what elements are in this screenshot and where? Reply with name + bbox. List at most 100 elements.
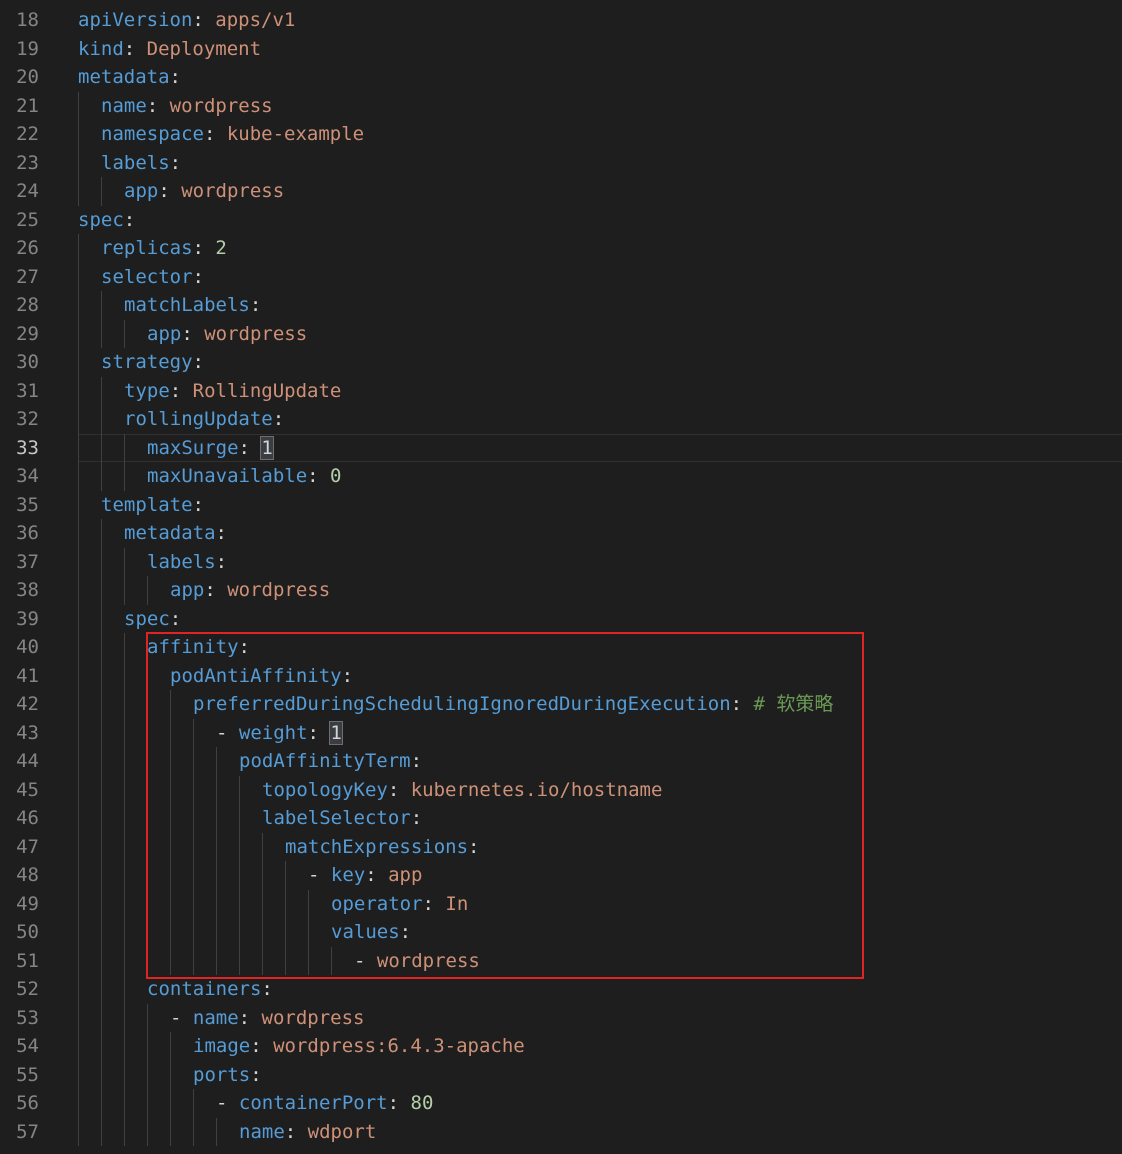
code-token: name bbox=[239, 1120, 285, 1143]
code-line[interactable]: 34 maxUnavailable: 0 bbox=[0, 462, 1122, 491]
code-text[interactable]: name: wordpress bbox=[101, 92, 273, 121]
code-line[interactable]: 48 - key: app bbox=[0, 861, 1122, 890]
code-line[interactable]: 26 replicas: 2 bbox=[0, 234, 1122, 263]
code-text[interactable]: matchExpressions: bbox=[285, 833, 479, 862]
code-line[interactable]: 21 name: wordpress bbox=[0, 91, 1122, 121]
code-text[interactable]: containers: bbox=[147, 975, 273, 1004]
code-text[interactable]: - name: wordpress bbox=[170, 1004, 365, 1033]
code-line[interactable]: 36 metadata: bbox=[0, 519, 1122, 548]
code-text[interactable]: values: bbox=[331, 918, 411, 947]
code-text[interactable]: type: RollingUpdate bbox=[124, 377, 341, 406]
code-line[interactable]: 22 namespace: kube-example bbox=[0, 120, 1122, 149]
code-text[interactable]: strategy: bbox=[101, 348, 204, 377]
code-line[interactable]: 20 metadata: bbox=[0, 63, 1122, 92]
code-line[interactable]: 53 - name: wordpress bbox=[0, 1003, 1122, 1033]
code-line[interactable]: 46 labelSelector: bbox=[0, 804, 1122, 833]
code-token: namespace bbox=[101, 123, 204, 145]
code-line[interactable]: 50 values: bbox=[0, 918, 1122, 947]
code-token: strategy bbox=[101, 351, 193, 373]
indent-guide bbox=[124, 718, 125, 747]
code-line[interactable]: 28 matchLabels: bbox=[0, 291, 1122, 320]
code-text[interactable]: kind: Deployment bbox=[78, 35, 261, 64]
code-line[interactable]: 47 matchExpressions: bbox=[0, 832, 1122, 862]
code-text[interactable]: - weight: 1 bbox=[216, 719, 343, 748]
code-line[interactable]: 55 ports: bbox=[0, 1060, 1122, 1090]
code-text[interactable]: matchLabels: bbox=[124, 291, 261, 320]
code-text[interactable]: maxUnavailable: 0 bbox=[147, 462, 342, 491]
code-line[interactable]: 29 app: wordpress bbox=[0, 319, 1122, 349]
code-text[interactable]: - key: app bbox=[308, 861, 422, 890]
code-line[interactable]: 40 affinity: bbox=[0, 633, 1122, 662]
indent-guide bbox=[216, 918, 217, 947]
indent-guide bbox=[147, 918, 148, 947]
code-line[interactable]: 30 strategy: bbox=[0, 348, 1122, 377]
code-line[interactable]: 41 podAntiAffinity: bbox=[0, 661, 1122, 691]
code-text[interactable]: podAffinityTerm: bbox=[239, 747, 422, 776]
code-text[interactable]: labels: bbox=[147, 548, 227, 577]
code-line[interactable]: 33 maxSurge: 1 bbox=[0, 433, 1122, 463]
code-line[interactable]: 35 template: bbox=[0, 490, 1122, 520]
indent-guide bbox=[193, 718, 194, 747]
indent-guide bbox=[101, 1003, 102, 1032]
code-token: containerPort bbox=[238, 1092, 388, 1114]
code-line[interactable]: 45 topologyKey: kubernetes.io/hostname bbox=[0, 775, 1122, 805]
code-text[interactable]: template: bbox=[101, 491, 204, 520]
code-text[interactable]: app: wordpress bbox=[147, 320, 307, 349]
code-line[interactable]: 31 type: RollingUpdate bbox=[0, 376, 1122, 406]
code-token: wordpress bbox=[181, 180, 285, 202]
code-line[interactable]: 24 app: wordpress bbox=[0, 177, 1122, 206]
code-line[interactable]: 51 - wordpress bbox=[0, 946, 1122, 976]
line-number: 22 bbox=[16, 123, 39, 145]
code-line[interactable]: 23 labels: bbox=[0, 148, 1122, 178]
code-line[interactable]: 54 image: wordpress:6.4.3-apache bbox=[0, 1032, 1122, 1061]
code-token: : bbox=[192, 265, 204, 288]
code-line[interactable]: 25 spec: bbox=[0, 206, 1122, 235]
code-line[interactable]: 27 selector: bbox=[0, 262, 1122, 292]
code-text[interactable]: namespace: kube-example bbox=[101, 120, 364, 149]
code-line[interactable]: 37 labels: bbox=[0, 547, 1122, 577]
code-text[interactable]: selector: bbox=[101, 263, 204, 292]
code-text[interactable]: topologyKey: kubernetes.io/hostname bbox=[262, 776, 662, 805]
code-line[interactable]: 38 app: wordpress bbox=[0, 576, 1122, 605]
code-line[interactable]: 44 podAffinityTerm: bbox=[0, 747, 1122, 776]
code-text[interactable]: - containerPort: 80 bbox=[216, 1089, 433, 1118]
code-text[interactable]: metadata: bbox=[78, 63, 181, 92]
indent-guide bbox=[239, 804, 240, 833]
code-text[interactable]: metadata: bbox=[124, 519, 227, 548]
code-text[interactable]: ports: bbox=[193, 1061, 262, 1090]
code-text[interactable]: podAntiAffinity: bbox=[170, 662, 353, 691]
code-text[interactable]: replicas: 2 bbox=[101, 234, 227, 263]
indent-guide bbox=[285, 918, 286, 947]
code-text[interactable]: spec: bbox=[78, 206, 135, 235]
code-editor[interactable]: 18 apiVersion: apps/v1 19 kind: Deployment 2… bbox=[0, 0, 1122, 1154]
code-text[interactable]: spec: bbox=[124, 605, 181, 634]
code-line[interactable]: 32 rollingUpdate: bbox=[0, 405, 1122, 434]
indent-guide bbox=[101, 661, 102, 690]
code-text[interactable]: preferredDuringSchedulingIgnoredDuringEx… bbox=[193, 690, 833, 719]
code-line[interactable]: 42 preferredDuringSchedulingIgnoredDuring… bbox=[0, 690, 1122, 719]
code-text[interactable]: maxSurge: 1 bbox=[147, 434, 274, 463]
code-text[interactable]: rollingUpdate: bbox=[124, 405, 284, 434]
code-token: app bbox=[388, 864, 423, 886]
code-line[interactable]: 57 name: wdport bbox=[0, 1117, 1122, 1147]
code-text[interactable]: - wordpress bbox=[354, 947, 480, 976]
code-text[interactable]: affinity: bbox=[147, 633, 250, 662]
code-line[interactable]: 56 - containerPort: 80 bbox=[0, 1089, 1122, 1118]
code-text[interactable]: app: wordpress bbox=[170, 576, 330, 605]
code-line[interactable]: 39 spec: bbox=[0, 604, 1122, 634]
code-token: Deployment bbox=[146, 37, 262, 60]
code-text[interactable]: operator: In bbox=[331, 890, 468, 919]
code-text[interactable]: apiVersion: apps/v1 bbox=[78, 6, 295, 35]
code-line[interactable]: 49 operator: In bbox=[0, 889, 1122, 919]
code-line[interactable]: 52 containers: bbox=[0, 975, 1122, 1004]
code-line[interactable]: 19 kind: Deployment bbox=[0, 35, 1122, 64]
code-text[interactable]: name: wdport bbox=[239, 1118, 376, 1147]
code-line[interactable]: 18 apiVersion: apps/v1 bbox=[0, 6, 1122, 35]
code-text[interactable]: labelSelector: bbox=[262, 804, 422, 833]
code-text[interactable]: labels: bbox=[101, 149, 181, 178]
code-text[interactable]: app: wordpress bbox=[124, 177, 284, 206]
code-text[interactable]: image: wordpress:6.4.3-apache bbox=[193, 1032, 525, 1061]
indent-guide bbox=[78, 718, 79, 747]
indent-guide bbox=[78, 433, 79, 462]
code-line[interactable]: 43 - weight: 1 bbox=[0, 718, 1122, 748]
